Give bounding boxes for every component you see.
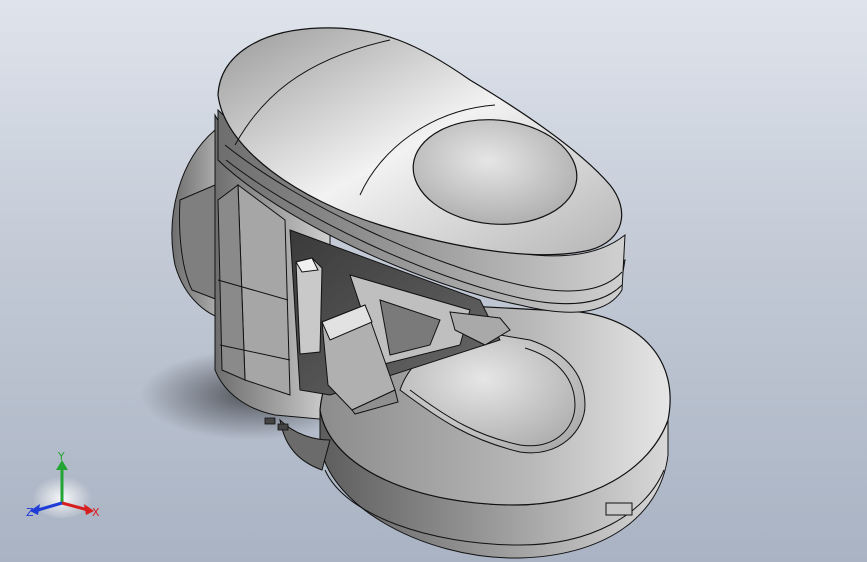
y-axis-label: Y: [57, 450, 65, 463]
cad-model[interactable]: [0, 0, 867, 562]
x-axis-label: X: [92, 506, 100, 519]
left-paddle: [295, 257, 323, 355]
view-orientation-triad[interactable]: Y X Z: [22, 448, 112, 528]
z-axis-label: Z: [26, 506, 34, 519]
base-slot: [605, 502, 633, 516]
graphics-viewport[interactable]: Y X Z: [0, 0, 867, 562]
